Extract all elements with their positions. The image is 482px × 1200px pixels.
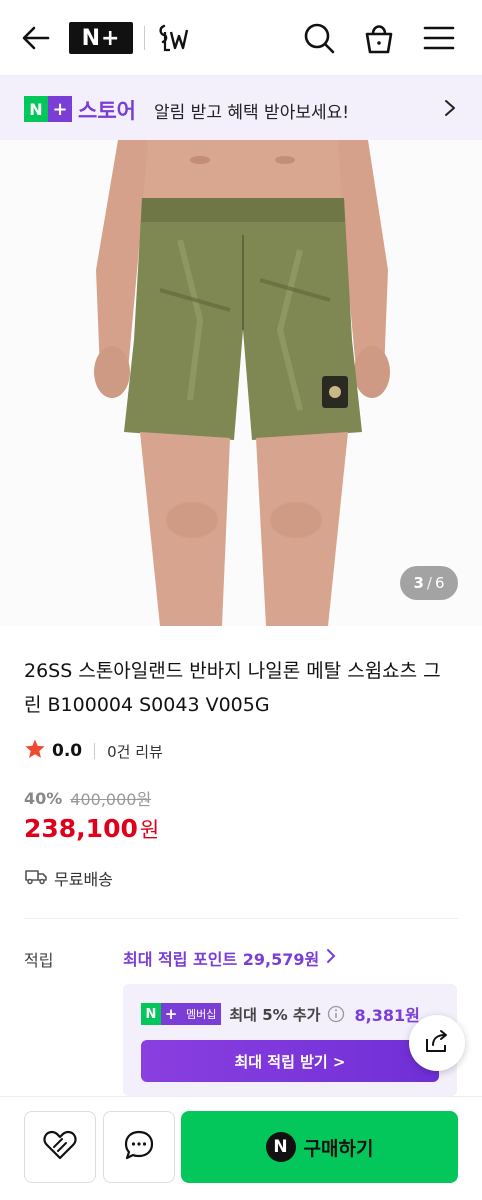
wishlist-button[interactable] xyxy=(24,1111,96,1183)
membership-badge-plus: + xyxy=(161,1003,181,1025)
nplus-logo[interactable]: N+ xyxy=(69,22,133,54)
rating-divider xyxy=(94,743,96,759)
store-banner-message: 알림 받고 혜택 받아보세요! xyxy=(154,103,350,123)
get-max-points-button[interactable]: 최대 적립 받기 > xyxy=(141,1040,439,1082)
buy-button[interactable]: N 구매하기 xyxy=(181,1111,458,1183)
store-label: 스토어 xyxy=(78,99,136,123)
shipping-row: 무료배송 xyxy=(24,866,113,890)
membership-amount: 8,381원 xyxy=(354,1006,420,1025)
section-divider xyxy=(24,918,458,919)
share-button[interactable] xyxy=(409,1015,465,1071)
rating-row[interactable]: 0.0 0건 리뷰 xyxy=(24,738,163,764)
max-points-text: 최대 적립 포인트 29,579원 xyxy=(123,950,320,969)
store-notification-banner[interactable]: N + 스토어 알림 받고 혜택 받아보세요! xyxy=(0,76,482,140)
info-icon[interactable] xyxy=(327,1005,345,1023)
discount-rate: 40% xyxy=(24,788,63,808)
membership-badge-n: N xyxy=(141,1003,161,1025)
membership-points-box: N + 멤버십 최대 5% 추가 8,381원 최대 적립 받기 > xyxy=(123,984,457,1096)
chat-bubble-icon xyxy=(123,1129,155,1165)
nplus-store-badge: N + xyxy=(24,96,72,122)
share-icon xyxy=(423,1027,451,1059)
points-label: 적립 xyxy=(24,951,54,970)
search-icon[interactable] xyxy=(301,20,337,56)
badge-n: N xyxy=(24,96,48,122)
chat-button[interactable] xyxy=(103,1111,175,1183)
chevron-right-icon xyxy=(325,948,337,968)
back-arrow-icon[interactable] xyxy=(20,22,52,54)
chevron-right-icon[interactable] xyxy=(440,98,460,118)
gallery-page-indicator: 3 / 6 xyxy=(400,566,458,600)
max-points-link[interactable]: 최대 적립 포인트 29,579원 xyxy=(123,946,337,970)
review-count[interactable]: 0건 리뷰 xyxy=(107,741,163,762)
membership-row: N + 멤버십 최대 5% 추가 8,381원 xyxy=(141,1002,420,1026)
discount-row: 40% 400,000원 xyxy=(24,786,151,810)
gallery-current: 3 xyxy=(413,574,424,592)
gallery-total: 6 xyxy=(434,574,445,592)
price-row: 238,100 원 xyxy=(24,814,159,844)
shopping-bag-icon[interactable] xyxy=(361,20,397,56)
original-price: 400,000원 xyxy=(70,790,152,809)
buy-label: 구매하기 xyxy=(303,1137,374,1160)
product-image[interactable] xyxy=(0,140,482,626)
shipping-text: 무료배송 xyxy=(54,870,113,889)
brand-logo-icon[interactable] xyxy=(156,20,192,56)
price-unit: 원 xyxy=(139,818,160,842)
membership-text: 최대 5% 추가 xyxy=(229,1005,321,1024)
badge-plus: + xyxy=(48,96,72,122)
membership-badge: N + 멤버십 xyxy=(141,1003,222,1025)
top-header: N+ xyxy=(0,0,482,76)
bottom-action-bar: N 구매하기 xyxy=(0,1096,482,1200)
gallery-separator: / xyxy=(426,574,432,592)
rating-value: 0.0 xyxy=(52,741,83,761)
naver-n-badge: N xyxy=(265,1132,296,1162)
membership-badge-label: 멤버십 xyxy=(181,1003,222,1025)
star-icon xyxy=(24,738,46,764)
header-divider xyxy=(144,26,145,50)
hamburger-menu-icon[interactable] xyxy=(421,20,457,56)
heart-icon xyxy=(42,1129,78,1165)
sale-price: 238,100 xyxy=(24,814,138,843)
product-title: 26SS 스톤아일랜드 반바지 나일론 메탈 스윔쇼츠 그린 B100004 S… xyxy=(24,660,441,716)
delivery-truck-icon xyxy=(24,866,48,890)
